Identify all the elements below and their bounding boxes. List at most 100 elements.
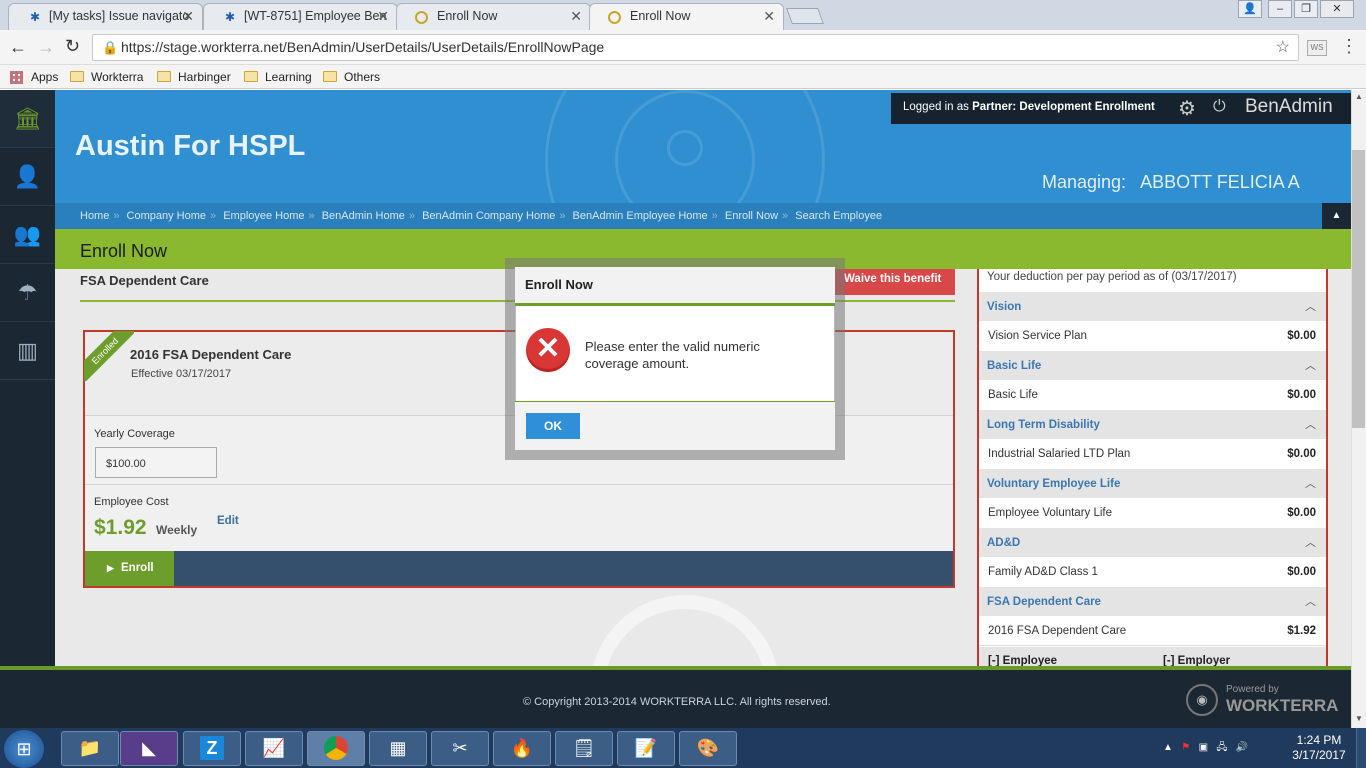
paint-icon[interactable]: 🎨 bbox=[679, 731, 737, 766]
menu-icon[interactable]: ⋮ bbox=[1340, 36, 1358, 57]
taskbar-clock[interactable]: 1:24 PM 3/17/2017 bbox=[1284, 733, 1354, 763]
bookmark-label: Apps bbox=[31, 70, 59, 84]
power-icon[interactable]: ⏻ bbox=[1213, 98, 1226, 116]
yearly-coverage-input[interactable]: $100.00 bbox=[95, 447, 217, 478]
forward-icon[interactable]: → bbox=[37, 37, 55, 58]
minimize-button[interactable]: – bbox=[1268, 0, 1292, 18]
star-icon[interactable]: ☆ bbox=[1276, 35, 1290, 60]
browser-tab[interactable]: ✱ [My tasks] Issue navigato ✕ bbox=[8, 3, 203, 30]
device-icon[interactable]: ▣ bbox=[1199, 742, 1208, 753]
deduction-section-voluntary-life[interactable]: Voluntary Employee Life ︿ bbox=[979, 468, 1326, 498]
bookmark-harbinger[interactable]: Harbinger bbox=[157, 68, 231, 86]
browser-tab-active[interactable]: Enroll Now ✕ bbox=[589, 3, 784, 30]
settings-gear-icon[interactable]: ⚙ bbox=[1178, 96, 1196, 121]
bookmark-others[interactable]: Others bbox=[323, 68, 380, 86]
deduction-amount: $0.00 bbox=[1287, 507, 1316, 519]
network-icon[interactable]: 🖧 bbox=[1216, 742, 1227, 753]
zoom-app-glyph: Z bbox=[200, 736, 224, 760]
file-explorer-icon[interactable]: 📁 bbox=[61, 731, 119, 766]
windows-start-icon[interactable]: ⊞ bbox=[4, 730, 44, 768]
breadcrumb: Home» Company Home» Employee Home» BenAd… bbox=[55, 203, 1351, 229]
deduction-plan: 2016 FSA Dependent Care bbox=[988, 625, 1127, 637]
close-icon[interactable]: ✕ bbox=[182, 8, 194, 25]
calculator-icon[interactable]: ▦ bbox=[369, 731, 427, 766]
sticky-notes-icon[interactable]: 🗒 bbox=[555, 731, 613, 766]
user-icon[interactable]: 👤 bbox=[0, 148, 55, 206]
enroll-button[interactable]: ▶ Enroll bbox=[85, 551, 174, 586]
scrollbar-thumb[interactable] bbox=[1352, 150, 1365, 428]
reload-icon[interactable]: ↻ bbox=[65, 36, 80, 57]
deduction-section-fsa[interactable]: FSA Dependent Care ︿ bbox=[979, 586, 1326, 616]
chevron-up-icon[interactable]: ︿ bbox=[1305, 528, 1316, 558]
benefits-umbrella-icon[interactable]: ☂ bbox=[0, 264, 55, 322]
deduction-section-add[interactable]: AD&D ︿ bbox=[979, 527, 1326, 557]
show-desktop-button[interactable] bbox=[1356, 728, 1366, 768]
plan-effective-date: Effective 03/17/2017 bbox=[131, 368, 232, 380]
tab-label: Enroll Now bbox=[437, 9, 498, 23]
bookmark-apps[interactable]: Apps bbox=[10, 68, 58, 86]
browser-tab[interactable]: Enroll Now ✕ bbox=[396, 3, 591, 30]
action-center-icon[interactable]: ⚑ bbox=[1181, 742, 1190, 753]
breadcrumb-item[interactable]: Search Employee bbox=[795, 210, 882, 222]
chevron-up-icon[interactable]: ︿ bbox=[1305, 587, 1316, 617]
scroll-up-icon[interactable]: ▲ bbox=[1355, 92, 1363, 101]
close-icon[interactable]: ✕ bbox=[377, 8, 389, 25]
extension-icon[interactable]: WS bbox=[1307, 40, 1327, 56]
back-icon[interactable]: ← bbox=[9, 37, 27, 58]
chrome-icon[interactable] bbox=[307, 731, 365, 766]
deduction-row: Industrial Salaried LTD Plan $0.00 bbox=[979, 440, 1326, 469]
jira-icon: ✱ bbox=[29, 10, 41, 24]
breadcrumb-item[interactable]: Employee Home bbox=[223, 210, 304, 222]
breadcrumb-item[interactable]: BenAdmin Employee Home bbox=[573, 210, 708, 222]
breadcrumb-item[interactable]: Enroll Now bbox=[725, 210, 778, 222]
firefox-icon[interactable]: 🔥 bbox=[493, 731, 551, 766]
reports-chart-icon[interactable]: ▥ bbox=[0, 322, 55, 380]
collapse-header-button[interactable]: ▲ bbox=[1322, 203, 1351, 229]
browser-tab[interactable]: ✱ [WT-8751] Employee Ben ✕ bbox=[203, 3, 398, 30]
user-profile-icon[interactable]: 👤 bbox=[1238, 0, 1262, 18]
edit-cost-link[interactable]: Edit bbox=[217, 515, 239, 527]
deduction-section-ltd[interactable]: Long Term Disability ︿ bbox=[979, 409, 1326, 439]
breadcrumb-item[interactable]: BenAdmin Company Home bbox=[422, 210, 555, 222]
chevron-up-icon[interactable]: ︿ bbox=[1305, 292, 1316, 322]
folder-icon bbox=[157, 71, 171, 82]
close-icon[interactable]: ✕ bbox=[763, 8, 775, 25]
bookmark-learning[interactable]: Learning bbox=[244, 68, 312, 86]
chevron-up-icon[interactable]: ︿ bbox=[1305, 351, 1316, 381]
close-icon[interactable]: ✕ bbox=[570, 8, 582, 25]
folder-icon bbox=[244, 71, 258, 82]
deduction-amount: $1.92 bbox=[1287, 625, 1316, 637]
workterra-icon bbox=[415, 11, 428, 24]
show-hidden-icons[interactable]: ▲ bbox=[1163, 742, 1173, 753]
ok-button[interactable]: OK bbox=[526, 413, 580, 439]
close-window-button[interactable]: ✕ bbox=[1320, 0, 1354, 18]
project-app-icon[interactable]: 📈 bbox=[245, 731, 303, 766]
zoom-app-icon[interactable]: Z bbox=[183, 731, 241, 766]
employee-cost-period: Weekly bbox=[156, 523, 198, 537]
notepad-icon[interactable]: 📝 bbox=[617, 731, 675, 766]
scroll-down-icon[interactable]: ▼ bbox=[1355, 714, 1363, 723]
deduction-row: Employee Voluntary Life $0.00 bbox=[979, 499, 1326, 528]
deduction-section-vision[interactable]: Vision ︿ bbox=[979, 291, 1326, 321]
tools-app-icon[interactable]: ✂ bbox=[431, 731, 489, 766]
deduction-plan: Vision Service Plan bbox=[988, 330, 1087, 342]
home-icon[interactable]: 🏛 bbox=[0, 90, 55, 148]
breadcrumb-item[interactable]: Home bbox=[80, 210, 109, 222]
breadcrumb-item[interactable]: BenAdmin Home bbox=[322, 210, 405, 222]
visual-studio-icon[interactable]: ◣ bbox=[120, 731, 178, 766]
restore-button[interactable]: ❐ bbox=[1294, 0, 1318, 18]
bookmark-workterra[interactable]: Workterra bbox=[70, 68, 143, 86]
play-icon: ▶ bbox=[107, 563, 114, 573]
chevron-up-icon[interactable]: ︿ bbox=[1305, 469, 1316, 499]
volume-icon[interactable]: 🔊 bbox=[1236, 742, 1248, 753]
address-bar[interactable]: 🔒 https://stage.workterra.net/BenAdmin/U… bbox=[92, 34, 1299, 61]
deduction-row: Basic Life $0.00 bbox=[979, 381, 1326, 410]
users-icon[interactable]: 👥 bbox=[0, 206, 55, 264]
clock-date: 3/17/2017 bbox=[1292, 748, 1346, 762]
breadcrumb-item[interactable]: Company Home bbox=[127, 210, 206, 222]
chevron-up-icon[interactable]: ︿ bbox=[1305, 410, 1316, 440]
new-tab-button[interactable] bbox=[786, 8, 824, 24]
deduction-section-basic-life[interactable]: Basic Life ︿ bbox=[979, 350, 1326, 380]
page-title: Enroll Now bbox=[80, 241, 168, 261]
card-divider bbox=[85, 484, 953, 485]
